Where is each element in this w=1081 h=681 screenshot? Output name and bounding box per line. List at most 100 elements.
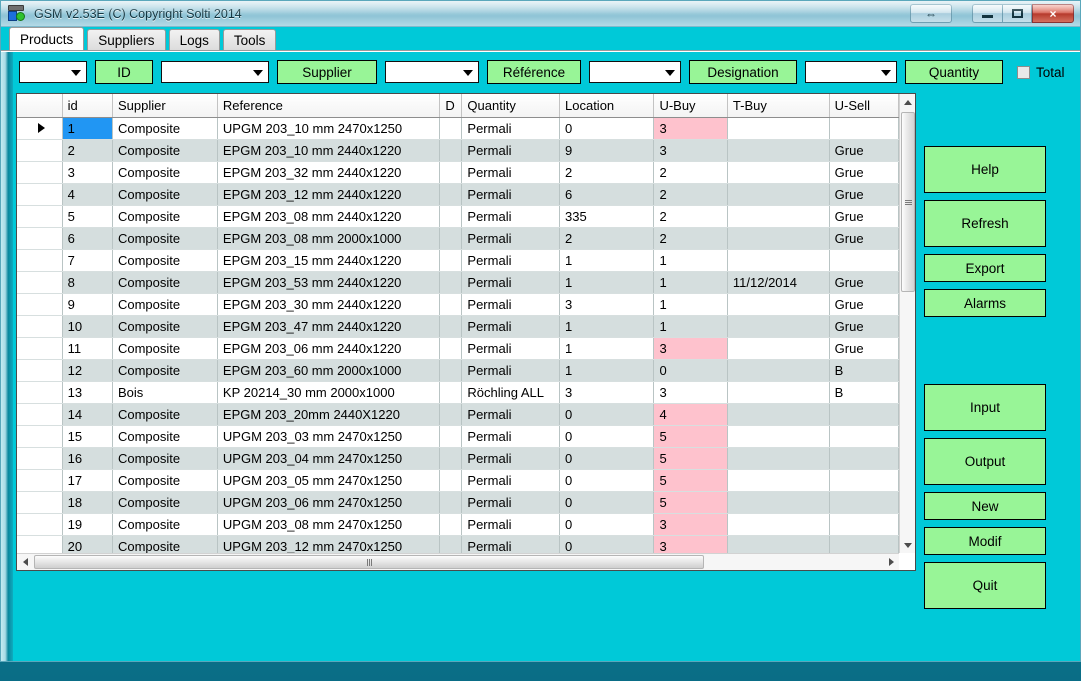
cell-designation[interactable] [439,183,463,206]
cell-usell[interactable]: Grue [829,315,899,338]
cell-reference[interactable]: UPGM 203_03 mm 2470x1250 [217,425,441,448]
row-marker-cell[interactable] [17,513,63,536]
cell-reference[interactable]: EPGM 203_53 mm 2440x1220 [217,271,441,294]
cell-quantity[interactable]: Permali [461,205,560,228]
cell-usell[interactable] [829,447,899,470]
cell-quantity[interactable]: Permali [461,293,560,316]
cell-usell[interactable]: B [829,381,899,404]
row-marker-cell[interactable] [17,425,63,448]
cell-id[interactable]: 13 [62,381,113,404]
table-row[interactable]: 15 Composite UPGM 203_03 mm 2470x1250 Perma… [17,425,899,448]
quit-button[interactable]: Quit [924,562,1046,609]
cell-reference[interactable]: UPGM 203_12 mm 2470x1250 [217,535,441,553]
table-row[interactable]: 19 Composite UPGM 203_08 mm 2470x1250 Perma… [17,513,899,536]
cell-reference[interactable]: UPGM 203_10 mm 2470x1250 [217,117,441,140]
cell-supplier[interactable]: Composite [112,183,218,206]
cell-supplier[interactable]: Composite [112,205,218,228]
cell-reference[interactable]: EPGM 203_15 mm 2440x1220 [217,249,441,272]
alarms-button[interactable]: Alarms [924,289,1046,317]
row-marker-cell[interactable] [17,227,63,250]
cell-location[interactable]: 0 [559,469,655,492]
cell-reference[interactable]: EPGM 203_08 mm 2000x1000 [217,227,441,250]
cell-id[interactable]: 19 [62,513,113,536]
table-row[interactable]: 20 Composite UPGM 203_12 mm 2470x1250 Perma… [17,535,899,553]
table-row[interactable]: 2 Composite EPGM 203_10 mm 2440x1220 Permal… [17,139,899,162]
modif-button[interactable]: Modif [924,527,1046,555]
cell-ubuy[interactable]: 3 [653,535,728,553]
cell-usell[interactable]: Grue [829,293,899,316]
row-marker-cell[interactable] [17,183,63,206]
close-button[interactable]: × [1032,4,1074,23]
cell-supplier[interactable]: Composite [112,447,218,470]
cell-ubuy[interactable]: 3 [653,381,728,404]
cell-id[interactable]: 6 [62,227,113,250]
cell-location[interactable]: 3 [559,381,655,404]
column-header-reference[interactable]: Reference [217,94,441,118]
tab-tools[interactable]: Tools [222,29,277,50]
cell-designation[interactable] [439,447,463,470]
table-row[interactable]: 12 Composite EPGM 203_60 mm 2000x1000 Perma… [17,359,899,382]
cell-ubuy[interactable]: 1 [653,315,728,338]
row-marker-cell[interactable] [17,535,63,553]
cell-reference[interactable]: EPGM 203_10 mm 2440x1220 [217,139,441,162]
cell-supplier[interactable]: Composite [112,469,218,492]
cell-reference[interactable]: EPGM 203_60 mm 2000x1000 [217,359,441,382]
cell-usell[interactable]: Grue [829,161,899,184]
column-header-tbuy[interactable]: T-Buy [727,94,830,118]
cell-ubuy[interactable]: 5 [653,447,728,470]
row-marker-cell[interactable] [17,249,63,272]
cell-tbuy[interactable] [727,535,830,553]
row-marker-cell[interactable] [17,491,63,514]
cell-reference[interactable]: EPGM 203_30 mm 2440x1220 [217,293,441,316]
cell-quantity[interactable]: Permali [461,249,560,272]
cell-designation[interactable] [439,161,463,184]
cell-id[interactable]: 9 [62,293,113,316]
table-row[interactable]: 10 Composite EPGM 203_47 mm 2440x1220 Perma… [17,315,899,338]
cell-id[interactable]: 5 [62,205,113,228]
cell-designation[interactable] [439,425,463,448]
resize-button[interactable]: ⇔ [910,4,952,23]
cell-location[interactable]: 3 [559,293,655,316]
cell-id[interactable]: 7 [62,249,113,272]
cell-designation[interactable] [439,381,463,404]
cell-reference[interactable]: EPGM 203_47 mm 2440x1220 [217,315,441,338]
cell-id[interactable]: 4 [62,183,113,206]
row-marker-cell[interactable] [17,315,63,338]
cell-id[interactable]: 2 [62,139,113,162]
cell-supplier[interactable]: Composite [112,337,218,360]
table-row[interactable]: 16 Composite UPGM 203_04 mm 2470x1250 Perma… [17,447,899,470]
cell-supplier[interactable]: Composite [112,315,218,338]
column-header-quantity[interactable]: Quantity [461,94,560,118]
cell-reference[interactable]: EPGM 203_08 mm 2440x1220 [217,205,441,228]
cell-supplier[interactable]: Composite [112,227,218,250]
cell-designation[interactable] [439,337,463,360]
cell-ubuy[interactable]: 2 [653,183,728,206]
table-row[interactable]: 1 Composite UPGM 203_10 mm 2470x1250 Permal… [17,117,899,140]
cell-quantity[interactable]: Röchling ALL [461,381,560,404]
cell-location[interactable]: 1 [559,249,655,272]
cell-usell[interactable] [829,469,899,492]
cell-location[interactable]: 0 [559,425,655,448]
cell-supplier[interactable]: Composite [112,425,218,448]
id-search-button[interactable]: ID [95,60,153,84]
cell-ubuy[interactable]: 4 [653,403,728,426]
cell-location[interactable]: 2 [559,227,655,250]
total-checkbox-group[interactable]: Total [1017,65,1065,80]
cell-ubuy[interactable]: 1 [653,293,728,316]
cell-designation[interactable] [439,139,463,162]
input-button[interactable]: Input [924,384,1046,431]
cell-usell[interactable]: Grue [829,205,899,228]
table-row[interactable]: 11 Composite EPGM 203_06 mm 2440x1220 Perma… [17,337,899,360]
cell-designation[interactable] [439,205,463,228]
cell-tbuy[interactable] [727,117,830,140]
cell-ubuy[interactable]: 2 [653,161,728,184]
column-header-supplier[interactable]: Supplier [112,94,218,118]
cell-ubuy[interactable]: 2 [653,227,728,250]
cell-ubuy[interactable]: 0 [653,359,728,382]
cell-usell[interactable] [829,491,899,514]
cell-id[interactable]: 15 [62,425,113,448]
table-row[interactable]: 3 Composite EPGM 203_32 mm 2440x1220 Permal… [17,161,899,184]
cell-usell[interactable] [829,249,899,272]
cell-location[interactable]: 0 [559,513,655,536]
cell-tbuy[interactable] [727,469,830,492]
